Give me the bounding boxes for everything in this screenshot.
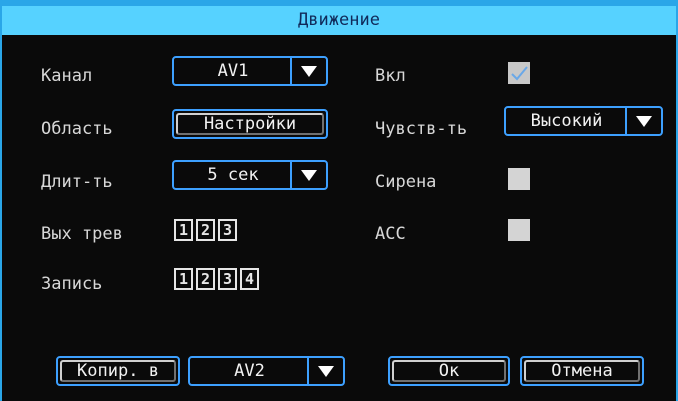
chevron-down-icon	[301, 65, 317, 77]
dialog-title: Движение	[2, 6, 676, 35]
alarm-out-3-toggle[interactable]: 3	[218, 219, 237, 241]
duration-dropdown-arrow[interactable]	[290, 162, 326, 188]
cancel-button[interactable]: Отмена	[520, 356, 644, 386]
siren-label: Сирена	[375, 172, 437, 192]
chevron-down-icon	[301, 169, 317, 181]
record-1-toggle[interactable]: 1	[174, 268, 193, 290]
channel-value: AV1	[217, 61, 249, 81]
duration-value: 5 сек	[207, 165, 259, 185]
chevron-down-icon	[636, 115, 652, 127]
record-3-toggle[interactable]: 3	[218, 268, 237, 290]
copy-target-value: AV2	[234, 361, 265, 381]
alarm-out-label: Вых трев	[41, 224, 123, 244]
area-settings-button-label: Настройки	[176, 113, 324, 135]
record-4-toggle[interactable]: 4	[240, 268, 259, 290]
record-label: Запись	[41, 274, 103, 294]
copy-target-select[interactable]: AV2	[188, 356, 345, 386]
checkmark-icon	[511, 66, 528, 81]
area-label: Область	[41, 119, 113, 139]
alarm-out-1-toggle[interactable]: 1	[174, 219, 193, 241]
chevron-down-icon	[318, 365, 334, 377]
duration-select[interactable]: 5 сек	[172, 160, 328, 190]
motion-dialog	[0, 0, 678, 401]
enabled-checkbox[interactable]	[508, 62, 530, 84]
siren-checkbox[interactable]	[508, 168, 530, 190]
channel-dropdown-arrow[interactable]	[290, 58, 326, 84]
sensitivity-label: Чувств-ть	[375, 119, 468, 139]
acc-checkbox[interactable]	[508, 219, 530, 241]
cancel-button-label: Отмена	[524, 360, 640, 382]
ok-button[interactable]: Ок	[388, 356, 510, 386]
sensitivity-value: Высокий	[530, 111, 603, 131]
channel-select[interactable]: AV1	[172, 56, 328, 86]
copy-to-button-label: Копир. в	[60, 360, 176, 382]
record-2-toggle[interactable]: 2	[196, 268, 215, 290]
acc-label: ACC	[375, 224, 406, 244]
copy-to-button[interactable]: Копир. в	[56, 356, 180, 386]
sensitivity-dropdown-arrow[interactable]	[625, 108, 661, 134]
alarm-out-2-toggle[interactable]: 2	[196, 219, 215, 241]
area-settings-button[interactable]: Настройки	[172, 109, 328, 139]
copy-target-dropdown-arrow[interactable]	[307, 358, 343, 384]
sensitivity-select[interactable]: Высокий	[504, 106, 663, 136]
enabled-label: Вкл	[375, 66, 406, 86]
ok-button-label: Ок	[392, 360, 506, 382]
channel-label: Канал	[41, 66, 93, 86]
duration-label: Длит-ть	[41, 172, 113, 192]
